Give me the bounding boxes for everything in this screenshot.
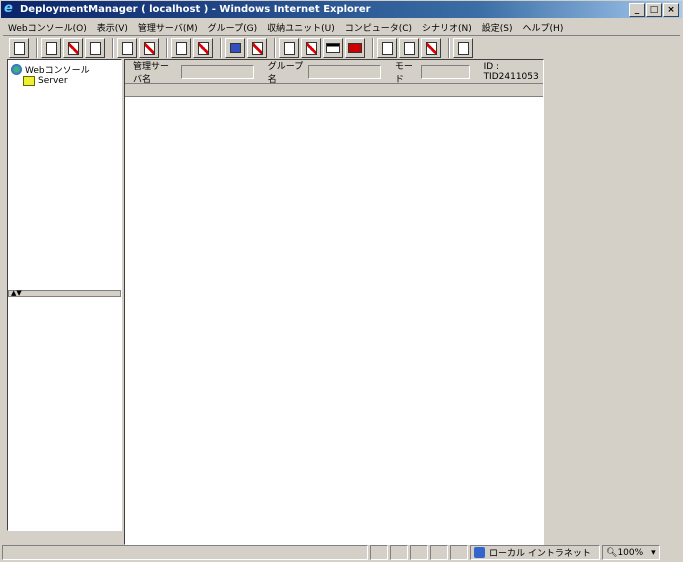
- group-name-field: [307, 64, 381, 79]
- mode-field: [420, 64, 470, 79]
- toolbar-group: [113, 38, 164, 58]
- intranet-icon: [474, 547, 485, 558]
- toolbar-group: [373, 38, 446, 58]
- delete-document-icon: [425, 41, 437, 55]
- left-pane: Webコンソール Server ▲▼: [7, 59, 122, 531]
- refresh-button[interactable]: [9, 38, 29, 58]
- server-name-field: [180, 64, 254, 79]
- pc-button[interactable]: [225, 38, 245, 58]
- edit-document-icon: [403, 41, 415, 55]
- id-text: ID : TID2411053: [483, 61, 539, 82]
- tool-button[interactable]: [453, 38, 473, 58]
- refresh-icon: [13, 41, 25, 55]
- toolbar-group: [449, 38, 478, 58]
- header-bar: [125, 84, 543, 97]
- tree-label: Webコンソール: [25, 65, 90, 76]
- move-delete-button[interactable]: [301, 38, 321, 58]
- tree-item-server[interactable]: Server: [11, 75, 118, 87]
- window-button[interactable]: [323, 38, 343, 58]
- security-zone[interactable]: ローカル イントラネット: [470, 545, 600, 560]
- mode-label: モード: [394, 61, 413, 85]
- toolbar-group: [275, 38, 370, 58]
- status-cell: [370, 545, 388, 560]
- toolbar-group: [37, 38, 110, 58]
- tree-item-root[interactable]: Webコンソール: [11, 63, 118, 76]
- close-button[interactable]: ×: [663, 3, 679, 17]
- lower-pane: [8, 297, 121, 530]
- web-console-icon: [11, 63, 22, 75]
- page-alert-icon[interactable]: [390, 545, 408, 560]
- minimize-button[interactable]: _: [629, 3, 645, 17]
- delete-unit-button[interactable]: [193, 38, 213, 58]
- status-bar: ローカル イントラネット 🔍︎ 100% ▾: [2, 545, 681, 561]
- delete-computer-icon: [67, 41, 79, 55]
- move-delete-icon: [305, 41, 317, 55]
- document-button[interactable]: [377, 38, 397, 58]
- edit-document-button[interactable]: [399, 38, 419, 58]
- move-button[interactable]: [279, 38, 299, 58]
- zoom-level: 100%: [617, 547, 644, 558]
- delete-pc-button[interactable]: [247, 38, 267, 58]
- server-group-icon: [23, 76, 35, 86]
- chevron-down-icon: ▾: [651, 547, 656, 558]
- menu-item[interactable]: シナリオ(N): [417, 21, 477, 34]
- status-cell: [450, 545, 468, 560]
- status-text: [2, 545, 368, 560]
- add-computer-icon: [89, 41, 101, 55]
- server-button[interactable]: [117, 38, 137, 58]
- menu-item[interactable]: 収納ユニット(U): [262, 21, 340, 34]
- stop-button[interactable]: [345, 38, 365, 58]
- zoom-icon: 🔍︎: [606, 547, 618, 558]
- title-bar: e DeploymentManager ( localhost ) - Wind…: [0, 0, 683, 19]
- info-bar: 管理サーバ名 グループ名 モード ID : TID2411053: [125, 60, 543, 85]
- menu-item[interactable]: 表示(V): [92, 21, 133, 34]
- document-icon: [381, 41, 393, 55]
- server-name-label: 管理サーバ名: [133, 61, 170, 85]
- pc-icon: [229, 43, 241, 53]
- toolbar-group: [167, 38, 218, 58]
- ie-logo-icon: e: [4, 1, 13, 16]
- unit-button[interactable]: [171, 38, 191, 58]
- menu-item[interactable]: グループ(G): [203, 21, 262, 34]
- stop-icon: [348, 43, 362, 53]
- status-cell: [430, 545, 448, 560]
- computer-icon: [45, 41, 57, 55]
- delete-server-button[interactable]: [139, 38, 159, 58]
- maximize-button[interactable]: □: [646, 3, 662, 17]
- menu-bar: Webコンソール(O) 表示(V) 管理サーバ(M) グループ(G) 収納ユニット(U)…: [3, 20, 680, 36]
- window-icon: [326, 43, 340, 53]
- menu-item[interactable]: 設定(S): [477, 21, 518, 34]
- add-computer-button[interactable]: [85, 38, 105, 58]
- menu-item[interactable]: ヘルプ(H): [518, 21, 569, 34]
- group-name-label: グループ名: [267, 61, 304, 85]
- zone-label: ローカル イントラネット: [489, 549, 591, 559]
- delete-computer-button[interactable]: [63, 38, 83, 58]
- zoom-button[interactable]: 🔍︎ 100% ▾: [602, 545, 660, 560]
- computer-button[interactable]: [41, 38, 61, 58]
- tool-icon: [457, 41, 469, 55]
- menu-item[interactable]: コンピュータ(C): [340, 21, 417, 34]
- status-cell: [410, 545, 428, 560]
- toolbar-group: [6, 38, 34, 58]
- tree-view: Webコンソール Server: [8, 60, 121, 290]
- window-title: DeploymentManager ( localhost ) - Window…: [20, 4, 371, 15]
- delete-server-icon: [143, 41, 155, 55]
- delete-unit-icon: [197, 41, 209, 55]
- unit-icon: [175, 41, 187, 55]
- tree-label: Server: [38, 76, 68, 86]
- menu-item[interactable]: Webコンソール(O): [3, 21, 92, 34]
- toolbar: [3, 37, 478, 59]
- main-pane: 管理サーバ名 グループ名 モード ID : TID2411053: [124, 59, 544, 545]
- toolbar-group: [221, 38, 272, 58]
- delete-pc-icon: [251, 41, 263, 55]
- server-icon: [121, 41, 133, 55]
- menu-item[interactable]: 管理サーバ(M): [133, 21, 203, 34]
- delete-document-button[interactable]: [421, 38, 441, 58]
- pane-splitter[interactable]: ▲▼: [8, 290, 121, 297]
- move-icon: [283, 41, 295, 55]
